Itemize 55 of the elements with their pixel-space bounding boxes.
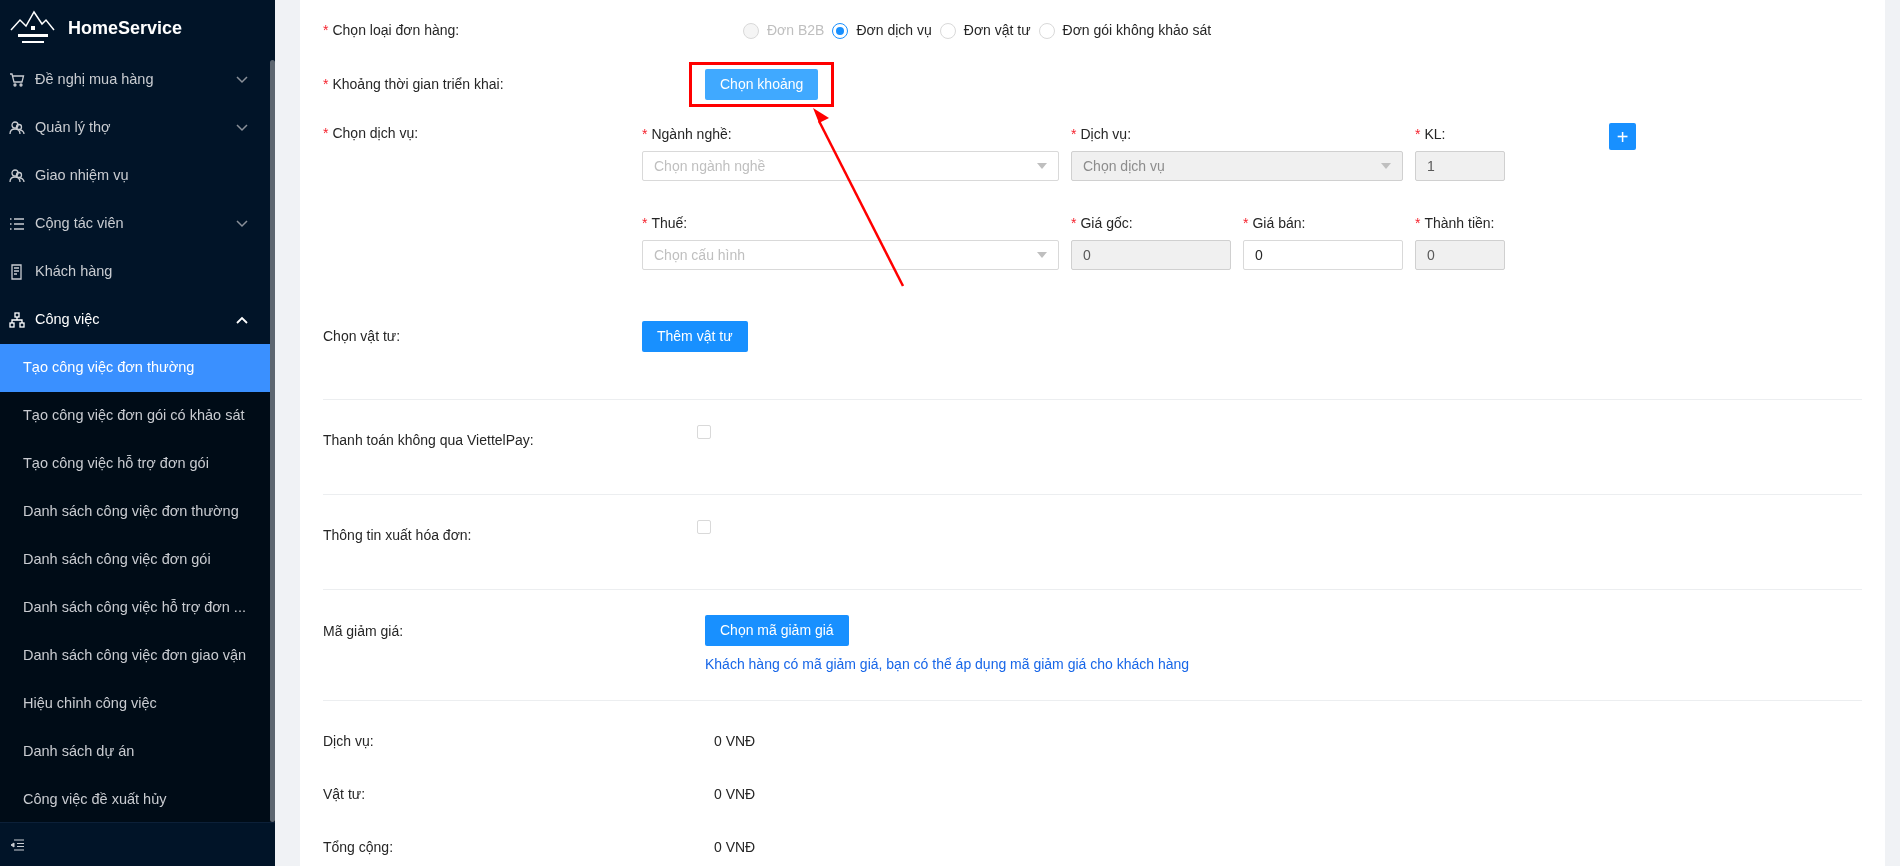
field-label: Thông tin xuất hóa đơn: xyxy=(323,526,473,545)
menu-collapse-icon[interactable] xyxy=(10,838,24,851)
field-label: Tổng cộng: xyxy=(323,838,395,857)
caret-down-icon xyxy=(1381,163,1391,169)
document-icon xyxy=(9,264,25,280)
field-label: * Giá gốc: xyxy=(1071,214,1134,233)
caret-down-icon xyxy=(1037,163,1047,169)
field-label: * Giá bán: xyxy=(1243,214,1307,233)
checkbox[interactable] xyxy=(697,425,711,439)
sidebar-item[interactable]: Công việc xyxy=(0,296,270,344)
checkbox[interactable] xyxy=(697,520,711,534)
scrollbar[interactable] xyxy=(270,60,275,822)
sidebar-item[interactable]: Khách hàng xyxy=(0,248,270,296)
people-icon xyxy=(9,168,25,184)
field-label: * Thành tiền: xyxy=(1415,214,1496,233)
radio-option[interactable]: Đơn dịch vụ xyxy=(832,20,932,41)
submenu-item[interactable]: Danh sách công việc đơn gói xyxy=(0,536,270,584)
field-label: * Chọn loại đơn hàng: xyxy=(323,21,461,40)
field-label: Mã giảm giá: xyxy=(323,622,405,641)
sidebar-item[interactable]: Quản lý thợ xyxy=(0,104,270,152)
field-label: * Chọn dịch vụ: xyxy=(323,124,420,143)
cart-icon xyxy=(9,72,25,88)
hint-link[interactable]: Khách hàng có mã giảm giá, bạn có thể áp dụng mã giảm giá cho khách hàng xyxy=(705,654,1190,675)
field-label: Vật tư: xyxy=(323,785,367,804)
sitemap-icon xyxy=(9,312,25,328)
radio-option[interactable]: Đơn vật tư xyxy=(939,20,1031,41)
total-value: 0 VNĐ xyxy=(714,838,756,857)
list-icon xyxy=(9,216,25,232)
brand-name: HomeService xyxy=(68,16,183,40)
field-label: * Thuế: xyxy=(642,214,689,233)
radio-button[interactable] xyxy=(832,22,849,39)
submenu-item[interactable]: Tạo công việc hỗ trợ đơn gói xyxy=(0,440,270,488)
submenu-item[interactable]: Danh sách công việc đơn thường xyxy=(0,488,270,536)
sidebar-item[interactable]: Giao nhiệm vụ xyxy=(0,152,270,200)
field-label: * Ngành nghề: xyxy=(642,125,733,144)
radio-option[interactable]: Đơn gói không khảo sát xyxy=(1038,20,1212,41)
field-label: Thanh toán không qua ViettelPay: xyxy=(323,431,535,450)
sidebar-item[interactable]: Đề nghị mua hàng xyxy=(0,56,270,104)
submenu-item[interactable]: Công việc đề xuất hủy xyxy=(0,776,270,822)
input-field[interactable]: 0 xyxy=(1243,240,1403,270)
field-label: * Khoảng thời gian triển khai: xyxy=(323,75,505,94)
total-value: 0 VNĐ xyxy=(714,732,756,751)
submenu-item[interactable]: Danh sách công việc hỗ trợ đơn ... xyxy=(0,584,270,632)
field-label: Dịch vụ: xyxy=(323,732,375,751)
field-label: Chọn vật tư: xyxy=(323,327,402,346)
people-icon xyxy=(9,120,25,136)
submenu-item[interactable]: Danh sách công việc đơn giao vận xyxy=(0,632,270,680)
sidebar-item[interactable]: Cộng tác viên xyxy=(0,200,270,248)
field-label: * KL: xyxy=(1415,125,1447,144)
submenu-item[interactable]: Tạo công việc đơn gói có khảo sát xyxy=(0,392,270,440)
caret-down-icon xyxy=(1037,252,1047,258)
submenu-item[interactable]: Hiệu chỉnh công việc xyxy=(0,680,270,728)
submenu-item[interactable]: Danh sách dự án xyxy=(0,728,270,776)
field-label: * Dịch vụ: xyxy=(1071,125,1133,144)
total-value: 0 VNĐ xyxy=(714,785,756,804)
